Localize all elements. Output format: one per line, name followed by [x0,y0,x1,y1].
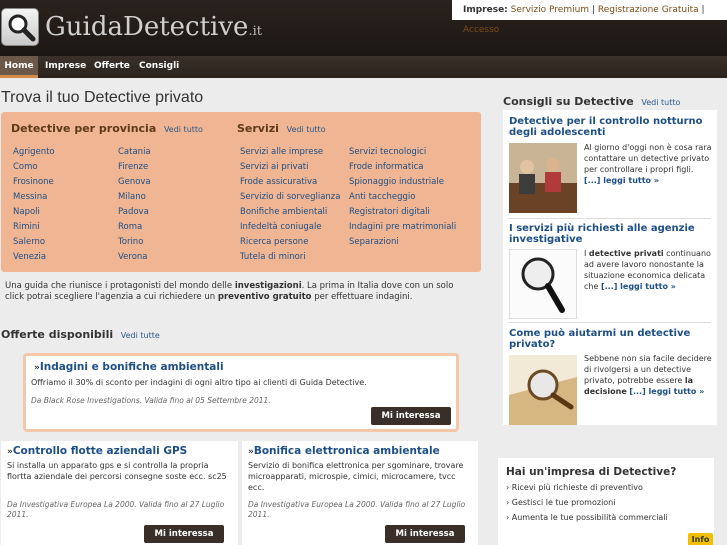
consigli-vedi-tutto-link[interactable]: Vedi tutto [641,98,680,107]
servizio-link[interactable]: Servizi tecnologici [349,147,456,162]
offer-title[interactable]: »Bonifica elettronica ambientale [248,445,440,457]
province-link[interactable]: Verona [118,252,151,267]
nav-home[interactable]: Home [0,56,38,78]
consigli-panel: Detective per il controllo notturno degl… [503,110,717,425]
servizio-link[interactable]: Frode informatica [349,162,456,177]
leggi-tutto-link[interactable]: [...] leggi tutto » [629,387,704,396]
offer-title[interactable]: »Controllo flotte aziendali GPS [7,445,187,457]
province-link[interactable]: Milano [118,192,151,207]
servizio-link[interactable]: Servizi alle imprese [240,147,340,162]
offer-source: Da Investigativa Europea La 2000. Valida… [7,500,225,519]
servizio-link[interactable]: Ricerca persone [240,237,340,252]
nav-imprese[interactable]: Imprese [45,56,86,78]
province-link[interactable]: Napoli [13,207,55,222]
article-excerpt: I detective privati continuano ad avere … [584,249,711,291]
nav-offerte[interactable]: Offerte [94,56,130,78]
servizio-link[interactable]: Servizi ai privati [240,162,340,177]
province-link[interactable]: Como [13,162,55,177]
province-heading: Detective per provincia Vedi tutto [11,122,203,135]
imprese-label: Imprese: [463,5,508,15]
business-heading: Hai un'impresa di Detective? [506,466,677,478]
toplink-registrazione[interactable]: Registrazione Gratuita [598,5,699,15]
province-link[interactable]: Venezia [13,252,55,267]
article-title[interactable]: I servizi più richiesti alle agenzie inv… [509,223,709,245]
servizio-link[interactable]: Spionaggio industriale [349,177,456,192]
page-title: Trova il tuo Detective privato [1,89,204,106]
magnifier-article-thumbnail[interactable] [509,249,577,319]
site-header: GuidaDetective.it Imprese: Servizio Prem… [0,0,727,56]
province-link[interactable]: Roma [118,222,151,237]
servizio-link[interactable]: Servizio di sorveglianza [240,192,340,207]
province-link[interactable]: Salerno [13,237,55,252]
province-link[interactable]: Genova [118,177,151,192]
article-divider [509,218,711,219]
servizio-link[interactable]: Indagini pre matrimoniali [349,222,456,237]
province-column-2: Catania Firenze Genova Milano Padova Rom… [118,147,151,267]
province-link[interactable]: Rimini [13,222,55,237]
featured-offer-source: Da Black Rose Investigations. Valida fin… [31,396,271,405]
servizio-link[interactable]: Frode assicurativa [240,177,340,192]
business-benefit: › Aumenta le tue possibilità commerciali [506,513,668,522]
article-title[interactable]: Come può aiutarmi un detective privato? [509,328,709,350]
servizio-link[interactable]: Anti taccheggio [349,192,456,207]
nav-consigli[interactable]: Consigli [139,56,179,78]
province-link[interactable]: Torino [118,237,151,252]
offer-card-bonifica: »Bonifica elettronica ambientale Servizi… [242,441,478,545]
province-column-1: Agrigento Como Frosinone Messina Napoli … [13,147,55,267]
magnifier-logo-icon[interactable] [1,8,39,46]
featured-offer-card: »Indagini e bonifiche ambientali Offriam… [23,353,459,432]
top-links-bar: Imprese: Servizio Premium | Registrazion… [452,0,727,35]
consigli-heading: Consigli su Detective Vedi tutto [503,95,681,108]
province-link[interactable]: Catania [118,147,151,162]
province-link[interactable]: Firenze [118,162,151,177]
province-link[interactable]: Messina [13,192,55,207]
toplink-accesso[interactable]: Accesso [463,25,499,35]
servizio-link[interactable]: Bonifiche ambientali [240,207,340,222]
servizio-link[interactable]: Tutela di minori [240,252,340,267]
leggi-tutto-link[interactable]: [...] leggi tutto » [584,176,659,185]
servizio-link[interactable]: Infedeltà coniugale [240,222,340,237]
offer-card-gps: »Controllo flotte aziendali GPS Si insta… [1,441,238,545]
province-link[interactable]: Padova [118,207,151,222]
offerte-vedi-tutte-link[interactable]: Vedi tutte [121,331,160,340]
offer-body: Si installa un apparato gps e si control… [7,461,227,481]
toplink-servizio-premium[interactable]: Servizio Premium [511,5,589,15]
province-link[interactable]: Frosinone [13,177,55,192]
intro-paragraph: Una guida che riunisce i protagonisti de… [5,281,454,302]
article-thumbnail[interactable] [509,143,577,213]
site-logo[interactable]: GuidaDetective.it [45,12,262,42]
magnifier-article-thumbnail[interactable] [509,355,577,425]
main-nav: Home Imprese Offerte Consigli [0,56,727,78]
article-excerpt: Al giorno d'oggi non è cosa rara contatt… [584,143,712,185]
info-button[interactable]: Info [688,533,713,545]
mi-interessa-button[interactable]: Mi interessa [144,525,224,543]
mi-interessa-button[interactable]: Mi interessa [385,525,465,543]
servizio-link[interactable]: Separazioni [349,237,456,252]
province-vedi-tutto-link[interactable]: Vedi tutto [164,125,203,134]
featured-offer-body: Offriamo il 30% di sconto per indagini d… [31,378,367,387]
article-excerpt: Sebbene non sia facile decidere di rivol… [584,354,712,396]
offerte-heading: Offerte disponibili Vedi tutte [1,328,160,341]
offer-source: Da Investigativa Europea La 2000. Valida… [248,500,466,519]
business-benefit: › Ricevi più richieste di preventivo [506,483,643,492]
article-title[interactable]: Detective per il controllo notturno degl… [509,116,709,138]
servizi-column-2: Servizi tecnologici Frode informatica Sp… [349,147,456,252]
business-promo-box: Hai un'impresa di Detective? › Ricevi pi… [498,458,714,545]
servizi-column-1: Servizi alle imprese Servizi ai privati … [240,147,340,267]
featured-mi-interessa-button[interactable]: Mi interessa [371,407,451,425]
servizio-link[interactable]: Registratori digitali [349,207,456,222]
article-divider [509,322,711,323]
featured-offer-title[interactable]: »Indagini e bonifiche ambientali [34,361,224,373]
offer-body: Servizio di bonifica elettronica per sgo… [248,461,464,492]
province-link[interactable]: Agrigento [13,147,55,162]
servizi-heading: Servizi Vedi tutto [237,122,326,135]
servizi-vedi-tutto-link[interactable]: Vedi tutto [287,125,326,134]
leggi-tutto-link[interactable]: [...] leggi tutto » [601,282,676,291]
business-benefit: › Gestisci le tue promozioni [506,498,616,507]
